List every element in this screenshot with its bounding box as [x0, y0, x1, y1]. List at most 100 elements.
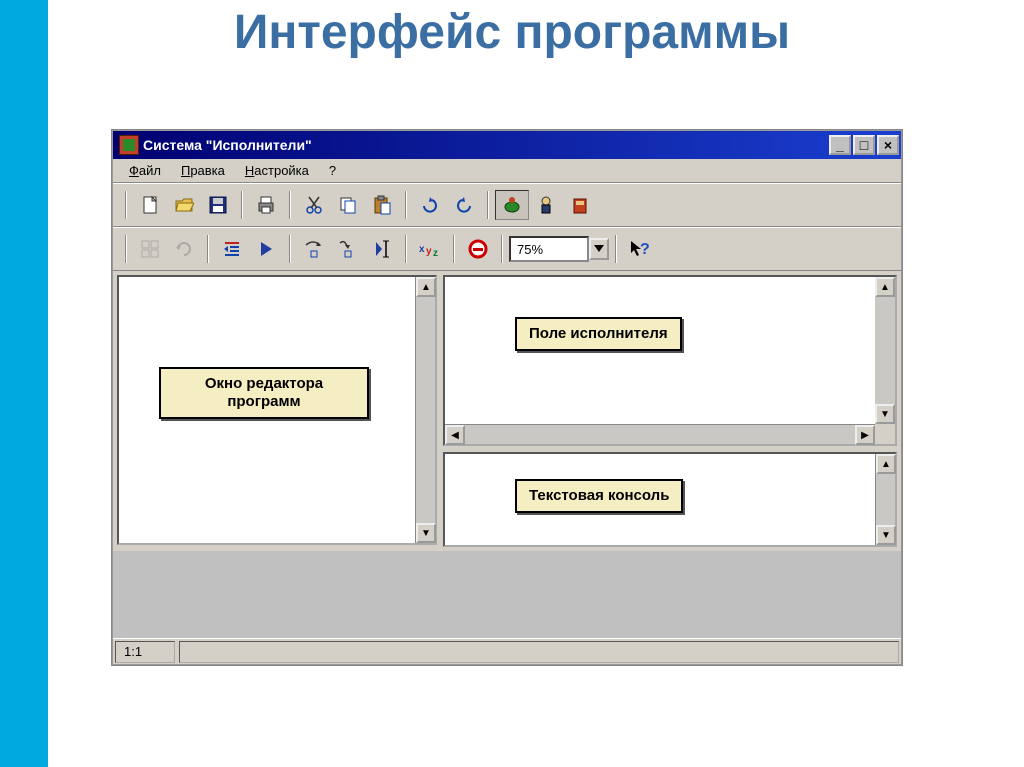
turtle-icon: [502, 195, 522, 215]
statusbar: 1:1: [113, 638, 901, 664]
field-panel: Поле исполнителя ▲ ▼ ◀ ▶: [443, 275, 897, 446]
scroll-up-button[interactable]: ▲: [416, 277, 436, 297]
new-file-button[interactable]: [133, 190, 167, 220]
copy-button[interactable]: [331, 190, 365, 220]
redo-button[interactable]: [447, 190, 481, 220]
play-icon: [256, 239, 276, 259]
indent-button[interactable]: [215, 234, 249, 264]
editor-panel: Окно редактора программ ▲ ▼: [117, 275, 437, 545]
menu-help[interactable]: ?: [319, 161, 346, 180]
scroll-up-button[interactable]: ▲: [875, 277, 895, 297]
executor-draftsman-button[interactable]: [563, 190, 597, 220]
scroll-down-button[interactable]: ▼: [875, 404, 895, 424]
help-pointer-button[interactable]: ?: [623, 234, 657, 264]
scroll-track[interactable]: [876, 474, 895, 525]
scroll-up-button[interactable]: ▲: [876, 454, 896, 474]
undo-button[interactable]: [413, 190, 447, 220]
toolbar-debug: xyz 75% ?: [113, 227, 901, 271]
scroll-track[interactable]: [465, 425, 855, 444]
console-vscroll[interactable]: ▲ ▼: [875, 454, 895, 545]
scroll-corner: [875, 424, 895, 444]
console-content[interactable]: Текстовая консоль: [445, 454, 875, 545]
undo-icon: [420, 196, 440, 214]
stop-sign-icon: [468, 239, 488, 259]
clipboard-icon: [372, 195, 392, 215]
redo-icon: [454, 196, 474, 214]
svg-text:y: y: [426, 246, 432, 257]
run-to-cursor-button[interactable]: [365, 234, 399, 264]
save-button[interactable]: [201, 190, 235, 220]
executor-robot-button[interactable]: [529, 190, 563, 220]
field-content[interactable]: Поле исполнителя: [445, 277, 875, 424]
app-window: Система "Исполнители" _ □ × Файл Правка …: [112, 130, 902, 665]
scroll-left-button[interactable]: ◀: [445, 425, 465, 445]
scroll-track[interactable]: [416, 297, 435, 523]
window-title: Система "Исполнители": [143, 137, 312, 153]
maximize-button[interactable]: □: [853, 135, 875, 155]
svg-text:z: z: [433, 248, 438, 258]
paste-button[interactable]: [365, 190, 399, 220]
xyz-icon: xyz: [419, 240, 441, 258]
editor-vscroll[interactable]: ▲ ▼: [415, 277, 435, 543]
scroll-right-button[interactable]: ▶: [855, 425, 875, 445]
console-label: Текстовая консоль: [515, 479, 683, 513]
field-vscroll[interactable]: ▲ ▼: [875, 277, 895, 424]
field-label-text: Поле исполнителя: [529, 325, 668, 342]
page-title: Интерфейс программы: [0, 5, 1024, 60]
status-message: [179, 641, 899, 663]
variables-button[interactable]: xyz: [413, 234, 447, 264]
console-label-text: Текстовая консоль: [529, 487, 669, 504]
executor-turtle-button[interactable]: [495, 190, 529, 220]
scroll-down-button[interactable]: ▼: [876, 525, 896, 545]
menubar: Файл Правка Настройка ?: [113, 159, 901, 183]
step-into-button[interactable]: [331, 234, 365, 264]
zoom-value: 75%: [517, 242, 543, 257]
run-button[interactable]: [249, 234, 283, 264]
print-button[interactable]: [249, 190, 283, 220]
chevron-down-icon: [594, 245, 604, 253]
svg-text:x: x: [419, 244, 425, 255]
status-position: 1:1: [115, 641, 175, 663]
step-over-icon: [303, 239, 325, 259]
menu-settings-label: астройка: [254, 163, 309, 178]
open-folder-icon: [174, 195, 194, 215]
zoom-input[interactable]: 75%: [509, 236, 589, 262]
run-to-cursor-icon: [372, 239, 392, 259]
editor-label-text: Окно редактора программ: [173, 375, 355, 411]
menu-file-label: айл: [139, 163, 161, 178]
step-into-icon: [337, 239, 359, 259]
menu-edit[interactable]: Правка: [171, 161, 235, 180]
draftsman-icon: [570, 195, 590, 215]
panels-area: Окно редактора программ ▲ ▼ Поле исполни…: [113, 271, 901, 551]
minimize-button[interactable]: _: [829, 135, 851, 155]
scroll-down-button[interactable]: ▼: [416, 523, 436, 543]
refresh-button[interactable]: [167, 234, 201, 264]
robot-icon: [536, 195, 556, 215]
scissors-icon: [304, 195, 324, 215]
step-over-button[interactable]: [297, 234, 331, 264]
editor-label: Окно редактора программ: [159, 367, 369, 419]
indent-icon: [222, 239, 242, 259]
field-hscroll[interactable]: ◀ ▶: [445, 424, 875, 444]
stop-button[interactable]: [461, 234, 495, 264]
console-panel: Текстовая консоль ▲ ▼: [443, 452, 897, 547]
refresh-icon: [174, 239, 194, 259]
cut-button[interactable]: [297, 190, 331, 220]
menu-settings[interactable]: Настройка: [235, 161, 319, 180]
decorative-stripe: [0, 0, 48, 767]
close-button[interactable]: ×: [877, 135, 899, 155]
menu-file[interactable]: Файл: [119, 161, 171, 180]
editor-content[interactable]: Окно редактора программ: [119, 277, 415, 543]
floppy-disk-icon: [208, 195, 228, 215]
new-file-icon: [140, 195, 160, 215]
status-position-text: 1:1: [124, 644, 142, 659]
zoom-dropdown-button[interactable]: [589, 238, 609, 260]
copy-icon: [338, 195, 358, 215]
field-label: Поле исполнителя: [515, 317, 682, 351]
open-file-button[interactable]: [167, 190, 201, 220]
titlebar: Система "Исполнители" _ □ ×: [113, 131, 901, 159]
svg-text:?: ?: [640, 241, 650, 258]
page-title-text: Интерфейс программы: [234, 6, 790, 59]
structure-button[interactable]: [133, 234, 167, 264]
scroll-track[interactable]: [875, 297, 895, 404]
